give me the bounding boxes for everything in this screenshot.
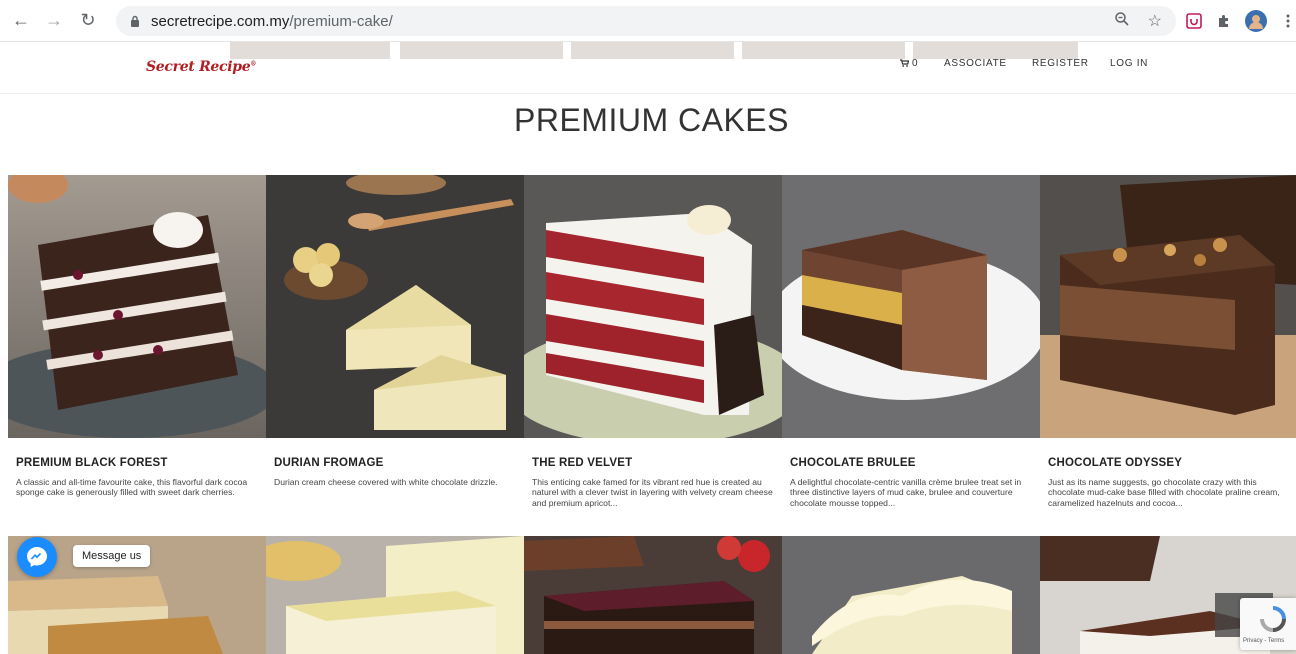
product-card[interactable]	[524, 536, 782, 654]
bookmark-star-icon[interactable]: ☆	[1148, 11, 1162, 32]
extensions-puzzle-icon[interactable]	[1213, 10, 1235, 32]
product-description: This enticing cake famed for its vibrant…	[532, 477, 773, 508]
product-card[interactable]: THE RED VELVET This enticing cake famed …	[524, 175, 782, 508]
product-name[interactable]: THE RED VELVET	[532, 457, 632, 469]
cart-icon	[900, 59, 909, 67]
product-image[interactable]	[1040, 175, 1296, 438]
logo-mark: ®	[250, 60, 257, 68]
product-card[interactable]	[266, 536, 524, 654]
product-image[interactable]	[782, 175, 1040, 438]
site-header: Secret Recipe® 0 ASSOCIATE REGISTER LOG …	[0, 42, 1296, 94]
menu-login[interactable]: LOG IN	[1110, 58, 1148, 69]
header-image-strip	[571, 42, 734, 59]
reload-icon[interactable]: ↻	[77, 10, 99, 32]
zoom-icon[interactable]	[1114, 11, 1130, 32]
messenger-icon	[27, 547, 47, 567]
browser-menu-icon[interactable]	[1283, 10, 1293, 32]
product-description: A delightful chocolate-centric vanilla c…	[790, 477, 1022, 508]
product-name[interactable]: CHOCOLATE ODYSSEY	[1048, 457, 1182, 469]
forward-arrow-icon[interactable]: →	[43, 10, 65, 32]
product-name[interactable]: DURIAN FROMAGE	[274, 457, 384, 469]
url-path: /premium-cake/	[289, 12, 393, 30]
product-image[interactable]	[8, 175, 266, 438]
page-title: PREMIUM CAKES	[514, 102, 789, 138]
browser-toolbar: ← → ↻ secretrecipe.com.my/premium-cake/ …	[0, 0, 1296, 42]
product-card[interactable]: PREMIUM BLACK FOREST A classic and all-t…	[8, 175, 266, 497]
url-domain: secretrecipe.com.my	[151, 12, 290, 30]
menu-associate[interactable]: ASSOCIATE	[944, 58, 1007, 69]
header-image-strip	[400, 42, 563, 59]
product-card[interactable]: CHOCOLATE BRULEE A delightful chocolate-…	[782, 175, 1040, 508]
cart-link[interactable]: 0	[900, 58, 918, 69]
product-image[interactable]	[266, 536, 524, 654]
menu-register[interactable]: REGISTER	[1032, 58, 1089, 69]
recaptcha-badge[interactable]: Privacy - Terms	[1240, 598, 1296, 650]
header-image-strip	[742, 42, 905, 59]
profile-avatar[interactable]	[1245, 10, 1267, 32]
shield-extension-icon[interactable]	[1183, 10, 1205, 32]
address-bar[interactable]: secretrecipe.com.my/premium-cake/ ☆	[116, 6, 1176, 36]
lock-icon	[129, 14, 141, 28]
recaptcha-terms[interactable]: Privacy - Terms	[1243, 638, 1284, 644]
product-card[interactable]	[782, 536, 1040, 654]
product-description: Just as its name suggests, go chocolate …	[1048, 477, 1280, 508]
product-description: Durian cream cheese covered with white c…	[274, 477, 498, 487]
product-card[interactable]: CHOCOLATE ODYSSEY Just as its name sugge…	[1040, 175, 1296, 508]
header-image-strip	[913, 42, 1078, 59]
logo-text: Secret Recipe	[146, 59, 251, 75]
product-description: A classic and all-time favourite cake, t…	[16, 477, 248, 498]
messenger-tooltip[interactable]: Message us	[73, 545, 151, 567]
back-arrow-icon[interactable]: ←	[10, 10, 32, 32]
product-card[interactable]: DURIAN FROMAGE Durian cream cheese cover…	[266, 175, 524, 487]
site-logo[interactable]: Secret Recipe®	[146, 59, 256, 75]
product-image[interactable]	[524, 536, 782, 654]
recaptcha-icon	[1260, 606, 1286, 632]
cart-count: 0	[912, 57, 919, 69]
product-name[interactable]: PREMIUM BLACK FOREST	[16, 457, 168, 469]
product-image[interactable]	[524, 175, 782, 438]
product-image[interactable]	[266, 175, 524, 438]
messenger-button[interactable]	[17, 537, 57, 577]
product-image[interactable]	[782, 536, 1040, 654]
header-image-strip	[230, 42, 390, 59]
product-name[interactable]: CHOCOLATE BRULEE	[790, 457, 916, 469]
url-text: secretrecipe.com.my/premium-cake/	[151, 13, 393, 30]
